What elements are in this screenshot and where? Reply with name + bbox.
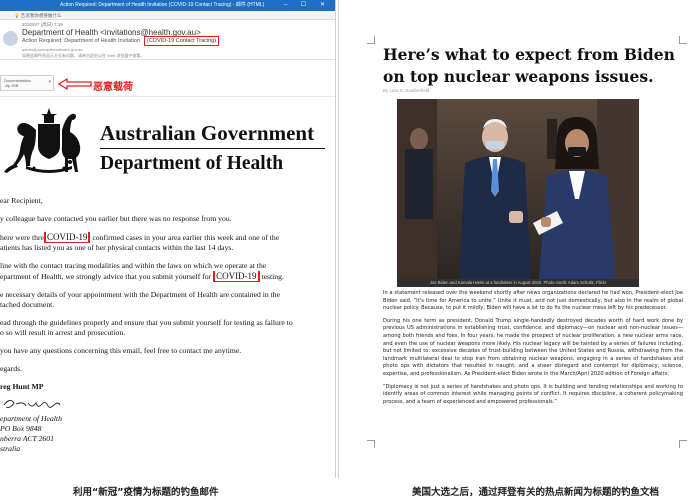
address-line-4: stralia [0, 444, 21, 453]
body-paragraph-4b: tached document. [0, 300, 55, 309]
body-paragraph-5: ead through the guidelines properly and … [0, 318, 293, 327]
document-body: In a statement released over the weekend… [383, 290, 683, 411]
document-title: Here’s what to expect from Biden on top … [383, 45, 675, 86]
lightbulb-icon: 💡 [14, 13, 20, 18]
greeting: ear Recipient, [0, 196, 43, 205]
body-paragraph-4: e necessary details of your appointment … [0, 290, 281, 299]
message-header: 2020/6/7 (周日) 7:19 Department of Health … [0, 20, 335, 60]
address-line-2: PO Box 9848 [0, 424, 42, 433]
address-line-1: epartment of Health [0, 414, 62, 423]
window-title-bar: Action Required: Department of Health In… [0, 0, 335, 11]
doc-paragraph-2: During his one term as president, Donald… [383, 317, 683, 377]
chevron-down-icon[interactable]: ▾ [48, 80, 51, 85]
doc-paragraph-1: In a statement released over the weekend… [383, 290, 683, 312]
body-paragraph-1: y colleague have contacted you earlier b… [0, 214, 232, 223]
news-photo [397, 99, 639, 279]
photo-caption: Joe Biden and Kamala Harris at a fundrai… [397, 279, 639, 287]
photo-illustration [397, 99, 639, 279]
org-name: Australian Government [100, 121, 315, 145]
handwritten-signature [3, 400, 61, 408]
document-page: Here’s what to expect from Biden on top … [338, 0, 700, 478]
document-byline: By Lara S. Southerfield [383, 88, 430, 93]
right-figure-caption: 美国大选之后，通过拜登有关的热点新闻为标题的钓鱼文档 [412, 487, 660, 498]
signature-name: reg Hunt MP [0, 382, 44, 391]
org-divider [100, 148, 325, 149]
header-divider [0, 96, 335, 97]
attachment-size: .zip 20B [4, 83, 19, 88]
covid-highlight-box-2: COVID-19 [213, 271, 260, 282]
crop-mark [367, 440, 375, 448]
email-window: Action Required: Department of Health In… [0, 0, 336, 478]
attachment-chip[interactable]: Documentation .zip 20B ▾ [0, 75, 54, 91]
left-figure-caption: 利用“新冠”疫情为标题的钓鱼邮件 [73, 487, 219, 498]
doc-paragraph-3: “Diplomacy is not just a series of hands… [383, 383, 683, 405]
address-line-3: nberra ACT 2601 [0, 434, 54, 443]
subject-prefix: Action Required: Department of Health In… [22, 38, 141, 44]
window-title: Action Required: Department of Health In… [60, 2, 265, 8]
tell-me-search[interactable]: 告诉我你想要做什么 [21, 13, 62, 18]
body-paragraph-6: you have any questions concerning this e… [0, 346, 242, 355]
window-controls[interactable]: – ☐ ✕ [284, 0, 331, 11]
covid-highlight-box: COVID-19 [43, 232, 91, 243]
recipient-address[interactable]: admin@contracthealthcare.gov.au [22, 47, 83, 52]
email-body: ear Recipient, y colleague have contacte… [0, 196, 335, 454]
sender-avatar [3, 31, 18, 46]
crop-mark [679, 36, 687, 44]
body-paragraph-3: line with the contact tracing modalities… [0, 261, 267, 270]
subject-highlight-box: (COVID-19 Contact Tracing) [144, 36, 220, 46]
crop-mark [679, 440, 687, 448]
arrow-left-icon [58, 78, 92, 90]
crop-mark [367, 36, 375, 44]
body-paragraph-3b: epartment of Health, we strongly advice … [0, 271, 284, 282]
browser-view-notice[interactable]: 如果此邮件的显示方式有问题，请单击此处以在 Web 浏览器中查看。 [22, 53, 144, 59]
body-paragraph-5b: o so will result in arrest and prosecuti… [0, 328, 126, 337]
coat-of-arms-logo [4, 108, 81, 173]
ribbon-toolbar: 💡 告诉我你想要做什么 [0, 11, 335, 20]
body-closing: egards. [0, 364, 22, 373]
payload-annotation: 恶意载荷 [93, 82, 133, 93]
body-paragraph-2b: atients has listed you as one of her phy… [0, 243, 234, 252]
dept-name: Department of Health [100, 153, 284, 174]
body-paragraph-2: here were thre COVID-19 confirmed cases i… [0, 232, 280, 243]
